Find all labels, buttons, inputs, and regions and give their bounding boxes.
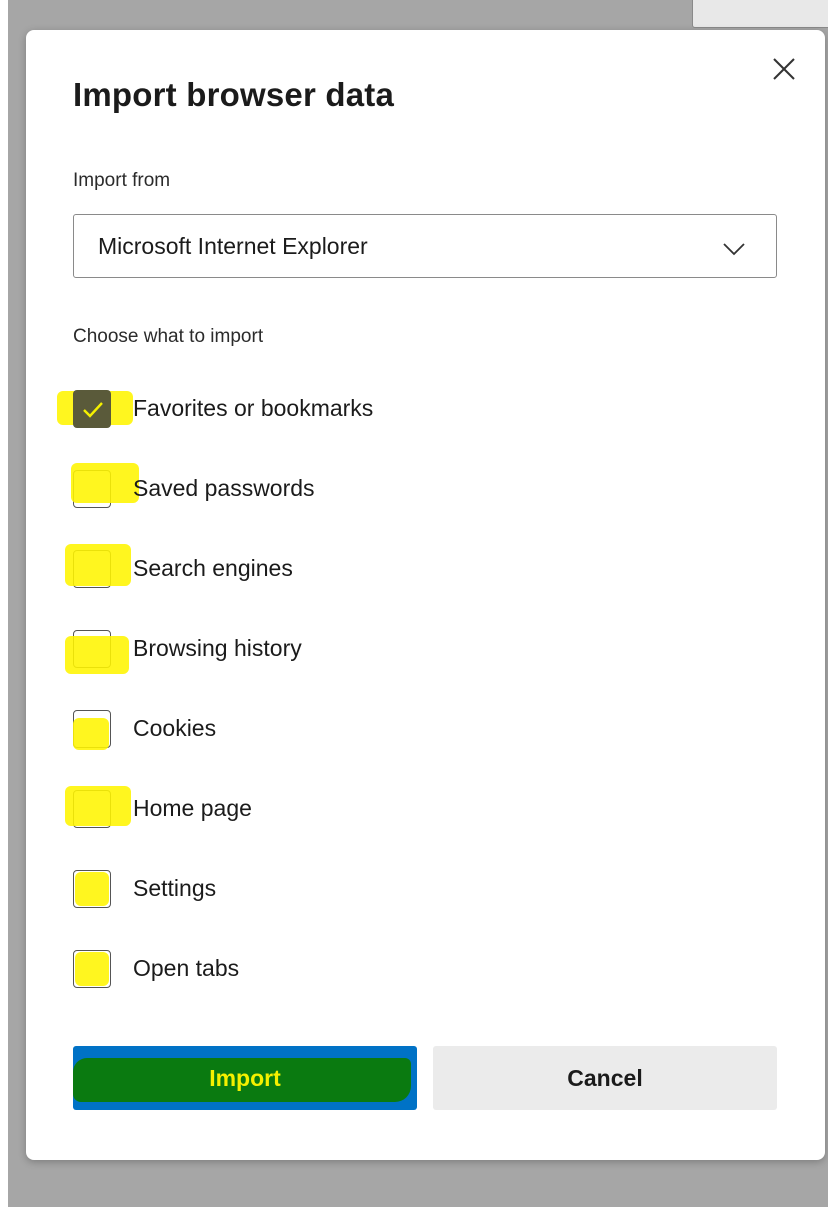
checkbox-search-engines[interactable]: Search engines <box>65 544 673 592</box>
cancel-button[interactable]: Cancel <box>433 1046 777 1110</box>
settings-checkbox-box[interactable] <box>73 870 111 908</box>
open-tabs-checkbox-box[interactable] <box>73 950 111 988</box>
import-button[interactable]: Import <box>73 1046 417 1110</box>
import-browser-data-dialog: Import browser data Import from Microsof… <box>26 30 825 1160</box>
chevron-down-icon <box>723 243 745 256</box>
import-from-label: Import from <box>73 170 171 191</box>
checkbox-cookies[interactable]: Cookies <box>73 708 673 752</box>
checkbox-browsing-history[interactable]: Browsing history <box>65 628 673 674</box>
option-label: Home page <box>133 795 252 821</box>
checkbox-settings[interactable]: Settings <box>73 868 673 912</box>
choose-what-to-import-label: Choose what to import <box>73 326 264 347</box>
import-button-label: Import <box>209 1065 281 1091</box>
option-label: Open tabs <box>133 955 240 981</box>
background-button <box>692 0 828 28</box>
close-icon[interactable] <box>769 54 799 84</box>
option-label: Browsing history <box>133 635 302 661</box>
checkbox-saved-passwords[interactable]: Saved passwords <box>71 463 673 512</box>
cookies-checkbox-box[interactable] <box>73 710 111 748</box>
option-label: Settings <box>133 875 217 901</box>
import-from-select[interactable]: Microsoft Internet Explorer <box>73 214 777 278</box>
checkbox-favorites-or-bookmarks[interactable]: Favorites or bookmarks <box>57 388 673 432</box>
home-page-checkbox-box[interactable] <box>73 790 111 828</box>
import-from-selected-value: Microsoft Internet Explorer <box>98 233 368 259</box>
check-icon <box>83 402 103 418</box>
favorites-checkbox-box[interactable] <box>73 390 111 428</box>
option-label: Favorites or bookmarks <box>133 395 374 421</box>
checkbox-home-page[interactable]: Home page <box>65 786 673 832</box>
option-label: Cookies <box>133 715 217 741</box>
search-engines-checkbox-box[interactable] <box>73 550 111 588</box>
dialog-title: Import browser data <box>73 76 395 113</box>
browsing-history-checkbox-box[interactable] <box>73 630 111 668</box>
option-label: Saved passwords <box>133 475 315 501</box>
saved-passwords-checkbox-box[interactable] <box>73 470 111 508</box>
option-label: Search engines <box>133 555 293 581</box>
checkbox-open-tabs[interactable]: Open tabs <box>73 948 673 992</box>
cancel-button-label: Cancel <box>567 1065 643 1091</box>
